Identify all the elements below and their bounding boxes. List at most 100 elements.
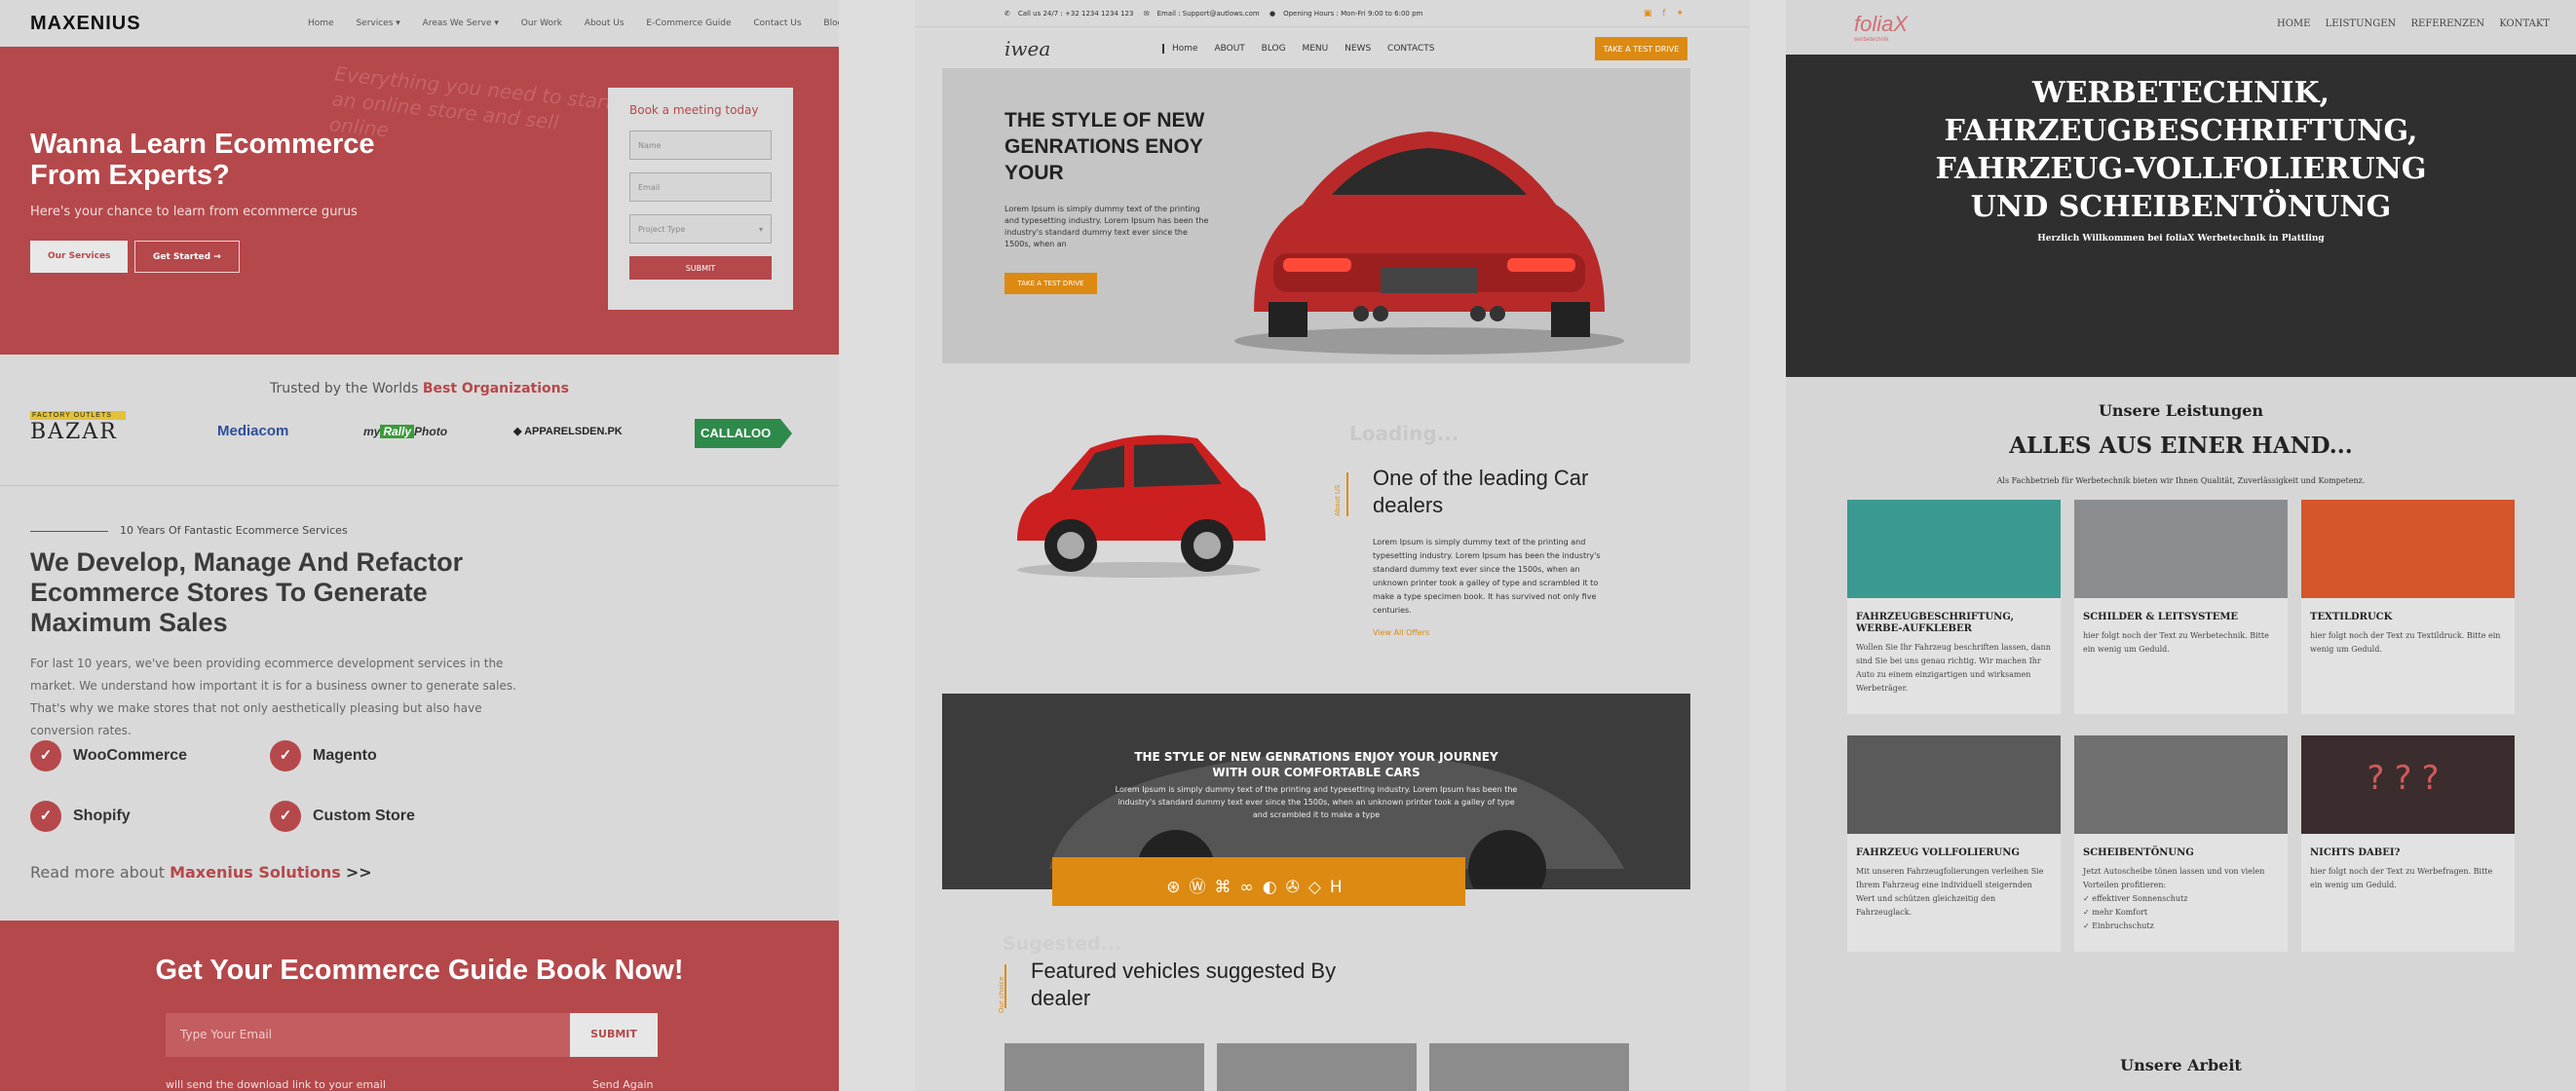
- brand-logo-icon[interactable]: ⊛: [1166, 878, 1189, 897]
- maxenius-page: MAXENIUS Home Services ▾ Areas We Serve …: [0, 0, 839, 1091]
- service-card[interactable]: FAHRZEUG VOLLFOLIERUNG Mit unseren Fahrz…: [1847, 735, 2061, 952]
- get-started-button[interactable]: Get Started →: [134, 241, 240, 273]
- service-card[interactable]: SCHEIBENTÖNUNG Jetzt Autoscheibe tönen l…: [2074, 735, 2288, 952]
- nav-areas[interactable]: Areas We Serve ▾: [423, 19, 499, 28]
- services-headline: We Develop, Manage And Refactor Ecommerc…: [30, 547, 464, 637]
- platform-shopify: ✓ Shopify: [30, 801, 131, 832]
- brand-logo-icon[interactable]: ∞: [1240, 878, 1263, 897]
- nav-blog[interactable]: BLOG: [1262, 44, 1286, 54]
- hero-text: Lorem Ipsum is simply dummy text of the …: [1004, 205, 1209, 248]
- view-all-offers-link[interactable]: View All Offers: [1373, 628, 1429, 637]
- benefit-item: ✓ effektiver Sonnenschutz: [2083, 894, 2188, 903]
- platform-magento: ✓ Magento: [270, 740, 377, 771]
- service-card[interactable]: ??? NICHTS DABEI? hier folgt noch der Te…: [2301, 735, 2515, 952]
- services-title: ALLES AUS EINER HAND...: [2009, 433, 2353, 459]
- loading-ghost-text: Loading...: [1349, 422, 1459, 445]
- brand-logos-bar: ⊛Ⓦ⌘∞◐✇◇H: [1052, 857, 1465, 906]
- red-sports-car-image: [1234, 132, 1624, 355]
- banner-text: Lorem Ipsum is simply dummy text of the …: [1115, 785, 1518, 819]
- guide-submit-button[interactable]: SUBMIT: [570, 1013, 658, 1057]
- nav-services[interactable]: Services ▾: [356, 19, 399, 28]
- nav-contact[interactable]: Contact Us: [753, 19, 801, 28]
- vehicle-thumbnail[interactable]: [1004, 1043, 1204, 1091]
- iwea-page: ✆ Call us 24/7 : +32 1234 1234 123 ✉ Email…: [915, 0, 1750, 1091]
- service-text: Wollen Sie Ihr Fahrzeug beschriften lass…: [1856, 643, 2051, 693]
- brand-logo-icon[interactable]: ◇: [1308, 878, 1330, 897]
- social-icons: ▣ f ✦: [1644, 9, 1691, 19]
- foliax-hero: WERBETECHNIK, FAHRZEUGBESCHRIFTUNG, FAHR…: [1786, 55, 2576, 377]
- booking-submit-button[interactable]: SUBMIT: [629, 256, 772, 280]
- project-type-select[interactable]: Project Type ▾: [629, 214, 772, 244]
- services-paragraph: For last 10 years, we've been providing …: [30, 657, 516, 737]
- chevron-down-icon: ▾: [758, 225, 763, 234]
- name-field[interactable]: Name: [629, 131, 772, 160]
- guide-signup: Get Your Ecommerce Guide Book Now! Type …: [0, 921, 839, 1091]
- instagram-icon[interactable]: ▣: [1644, 9, 1652, 19]
- iwea-logo[interactable]: iwea: [1004, 37, 1050, 60]
- nav-home[interactable]: HOME: [2277, 19, 2310, 29]
- callaloo-logo: CALLALOO: [695, 419, 792, 448]
- facebook-icon[interactable]: f: [1662, 9, 1665, 19]
- client-logos: FACTORY OUTLETS BAZAR Mediacom my Rally Ph…: [30, 411, 810, 460]
- myrallyphoto-logo: my Rally Photo: [363, 425, 448, 438]
- nav-menu[interactable]: MENU: [1302, 44, 1328, 54]
- vehicle-thumbnail[interactable]: [1217, 1043, 1417, 1091]
- brand-logo-icon[interactable]: H: [1330, 878, 1351, 897]
- platform-custom-store: ✓ Custom Store: [270, 801, 415, 832]
- nav-guide[interactable]: E-Commerce Guide: [646, 19, 731, 28]
- foliax-logo-sub: werbetechnik: [1854, 37, 1889, 43]
- service-text: hier folgt noch der Text zu Werbetechnik…: [2083, 631, 2269, 654]
- our-services-button[interactable]: Our Services: [30, 241, 129, 273]
- nav-kontakt[interactable]: KONTAKT: [2499, 19, 2550, 29]
- nav-our-work[interactable]: Our Work: [521, 19, 562, 28]
- vehicle-thumbnail[interactable]: [1429, 1043, 1629, 1091]
- nav-home[interactable]: Home: [308, 19, 334, 28]
- services-label: Unsere Leistungen: [2098, 401, 2264, 420]
- question-marks-image: ???: [2301, 735, 2515, 834]
- work-title: Unsere Arbeit: [2120, 1056, 2242, 1074]
- suggested-ghost-text: Sugested...: [1003, 933, 1122, 955]
- project-type-label: Project Type: [638, 225, 686, 234]
- service-card[interactable]: SCHILDER & LEITSYSTEME hier folgt noch d…: [2074, 500, 2288, 714]
- nav-about[interactable]: ABOUT: [1214, 44, 1244, 54]
- brand-logo-icon[interactable]: ⌘: [1215, 878, 1240, 897]
- about-text: Lorem Ipsum is simply dummy text of the …: [1373, 538, 1601, 615]
- email-field[interactable]: Email: [629, 172, 772, 202]
- nav-contacts[interactable]: CONTACTS: [1387, 44, 1434, 54]
- service-image: [2074, 735, 2288, 834]
- service-card[interactable]: TEXTILDRUCK hier folgt noch der Text zu …: [2301, 500, 2515, 714]
- maxenius-solutions-link[interactable]: Maxenius Solutions: [170, 863, 341, 882]
- maxenius-logo[interactable]: MAXENIUS: [30, 13, 141, 35]
- service-image: [1847, 500, 2061, 598]
- hero-title: Wanna Learn Ecommerce From Experts?: [30, 129, 375, 191]
- nav-about[interactable]: About Us: [585, 19, 625, 28]
- platform-woocommerce: ✓ WooCommerce: [30, 740, 187, 771]
- brand-logo-icon[interactable]: ✇: [1286, 878, 1308, 897]
- nav-referenzen[interactable]: REFERENZEN: [2410, 19, 2484, 29]
- send-again-link[interactable]: Send Again: [592, 1078, 653, 1091]
- nav-home[interactable]: Home: [1162, 44, 1198, 54]
- guide-email-input[interactable]: Type Your Email: [166, 1013, 570, 1057]
- foliax-logo[interactable]: foliaX werbetechnik: [1854, 12, 1908, 43]
- booking-form-title: Book a meeting today: [629, 103, 759, 117]
- brand-logo-icon[interactable]: Ⓦ: [1190, 878, 1215, 897]
- nav-leistungen[interactable]: LEISTUNGEN: [2326, 19, 2397, 29]
- service-card[interactable]: FAHRZEUGBESCHRIFTUNG, WERBE-AUFKLEBER Wo…: [1847, 500, 2061, 714]
- mediacom-logo: Mediacom: [217, 423, 289, 439]
- nav-news[interactable]: NEWS: [1345, 44, 1371, 54]
- apparelsden-logo: ◆ APPARELSDEN.PK: [513, 426, 623, 437]
- nav-blog[interactable]: Blog: [823, 19, 839, 28]
- topbar-email: Email : Support@autlows.com: [1156, 10, 1260, 18]
- test-drive-nav-button[interactable]: TAKE A TEST DRIVE: [1595, 37, 1687, 60]
- booking-form: Book a meeting today Name Email Project …: [608, 88, 793, 310]
- twitter-icon[interactable]: ✦: [1676, 9, 1684, 19]
- service-title: SCHEIBENTÖNUNG: [2083, 847, 2194, 858]
- about-accent-bar: [1346, 472, 1348, 516]
- hero-title: THE STYLE OF NEW GENRATIONS ENOY YOUR: [1004, 109, 1205, 184]
- benefit-item: ✓ mehr Komfort: [2083, 908, 2148, 917]
- iwea-navbar: iwea Home ABOUT BLOG MENU NEWS CONTACTS …: [915, 27, 1750, 71]
- brand-logo-icon[interactable]: ◐: [1263, 878, 1286, 897]
- test-drive-button[interactable]: TAKE A TEST DRIVE: [1004, 273, 1097, 294]
- maxenius-hero: Everything you need to start an online s…: [0, 47, 839, 355]
- mail-icon: ✉: [1143, 10, 1150, 18]
